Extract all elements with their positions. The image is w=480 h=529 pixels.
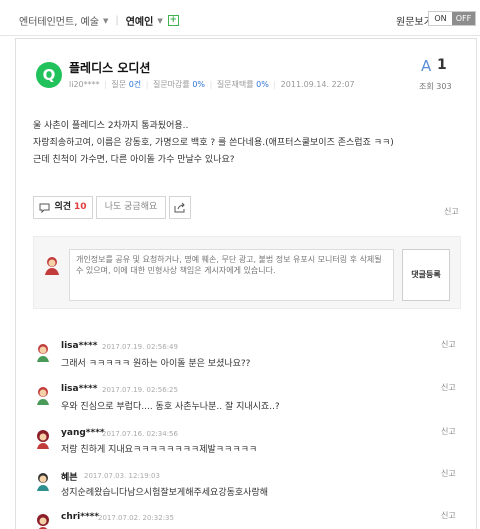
rerate-value: 0%: [256, 80, 269, 89]
deadline-rate-value: 0%: [192, 80, 206, 89]
question-card: Q 플레디스 오디션 li20**** | 질문 0건 | 질문마감률 0% |…: [15, 38, 477, 529]
comment-author[interactable]: yang****: [61, 428, 105, 438]
chevron-down-icon[interactable]: ▼: [157, 17, 162, 25]
avatar: [37, 430, 49, 449]
views-count: 조회 303: [419, 81, 452, 92]
category-link[interactable]: 엔터테인먼트, 예술: [19, 13, 99, 28]
comment-text: 그래서 ㅋㅋㅋㅋㅋ 원하는 아이돌 분은 보셨나요??: [61, 359, 251, 369]
comment-date: 2017.07.03. 12:19:03: [84, 472, 160, 480]
top-bar: 엔터테인먼트, 예술 ▼ | 연예인 ▼ + 원문보기 ON OFF: [0, 0, 480, 36]
report-link[interactable]: 신고: [441, 468, 456, 479]
answer-icon: A: [421, 57, 432, 75]
comment-box: 댓글등록: [33, 236, 461, 309]
question-meta: li20**** | 질문 0건 | 질문마감률 0% | 질문재택률 0% |…: [69, 80, 355, 89]
question-timestamp: 2011.09.14. 22:07: [280, 80, 355, 89]
comment-date: 2017.07.02. 20:32:35: [98, 514, 174, 522]
comment-date: 2017.07.19. 02:56:49: [102, 343, 178, 351]
speech-bubble-icon: [39, 203, 50, 213]
chevron-down-icon[interactable]: ▼: [103, 17, 108, 25]
answer-count: 1: [437, 57, 447, 73]
rerate-label: 질문재택률: [216, 80, 254, 89]
question-title: 플레디스 오디션: [69, 61, 151, 75]
avatar: [37, 387, 49, 405]
report-link[interactable]: 신고: [441, 339, 456, 350]
author-name[interactable]: li20****: [69, 80, 100, 89]
share-icon: [174, 202, 185, 213]
submit-comment-button[interactable]: 댓글등록: [402, 249, 450, 301]
breadcrumb: 엔터테인먼트, 예술 ▼ | 연예인 ▼ +: [19, 13, 179, 28]
breadcrumb-separator: |: [115, 15, 119, 26]
report-link[interactable]: 신고: [444, 206, 459, 217]
views-label: 조회: [419, 82, 434, 91]
comment-text: 우와 진심으로 부럽다.... 동호 사촌누나분.. 잘 지내시죠..?: [61, 402, 280, 412]
me-too-curious-button[interactable]: 나도 궁금해요: [96, 196, 166, 219]
original-view-toggle[interactable]: ON OFF: [428, 11, 476, 26]
opinion-count: 10: [74, 202, 87, 212]
avatar: [37, 473, 49, 491]
comment-input[interactable]: [69, 249, 394, 301]
deadline-rate-label: 질문마감률: [152, 80, 190, 89]
report-link[interactable]: 신고: [441, 426, 456, 437]
comment-date: 2017.07.19. 02:56:25: [102, 386, 178, 394]
toggle-off[interactable]: OFF: [452, 12, 475, 25]
comment-author[interactable]: lisa****: [61, 384, 97, 394]
opinion-button[interactable]: 의견 10: [33, 196, 93, 219]
comment-author[interactable]: 혜븐: [61, 470, 78, 483]
comment-text: 성지순례왔습니다남으시험잘보게해주세요강동호사랑해: [61, 488, 269, 498]
question-body-line: 자랑죄송하고여, 이름은 강동호, 가명으로 백호 ? 를 쓴다네용.(애프터스…: [33, 138, 394, 148]
questions-label: 질문: [111, 80, 127, 89]
share-button[interactable]: [169, 196, 191, 219]
comment-date: 2017.07.16. 02:34:56: [102, 430, 178, 438]
report-link[interactable]: 신고: [441, 382, 456, 393]
opinion-label: 의견: [54, 202, 72, 212]
comment-author[interactable]: chri****: [61, 512, 99, 522]
avatar: [45, 257, 59, 275]
report-link[interactable]: 신고: [441, 510, 456, 521]
question-body: 울 사촌이 플레디스 2차까지 통과됬어용.. 자랑죄송하고여, 이름은 강동호…: [33, 118, 463, 169]
toggle-on[interactable]: ON: [429, 12, 452, 25]
add-interest-button[interactable]: +: [167, 15, 179, 26]
questions-value: 0건: [128, 80, 142, 89]
views-value: 303: [436, 82, 452, 91]
comment-author[interactable]: lisa****: [61, 341, 97, 351]
question-body-line: 울 사촌이 플레디스 2차까지 통과됬어용..: [33, 121, 189, 131]
question-logo-icon: Q: [36, 62, 62, 88]
comment-text: 저랑 친하게 지내요ㅋㅋㅋㅋㅋㅋㅋㅋ제발ㅋㅋㅋㅋㅋ: [61, 445, 258, 455]
avatar: [37, 514, 49, 529]
question-body-line: 근데 친척이 가수면, 다른 아이돌 가수 만날수 있나요?: [33, 155, 235, 165]
subcategory-link[interactable]: 연예인: [126, 13, 154, 28]
avatar: [37, 344, 49, 362]
action-row: 의견 10 나도 궁금해요: [33, 196, 191, 219]
